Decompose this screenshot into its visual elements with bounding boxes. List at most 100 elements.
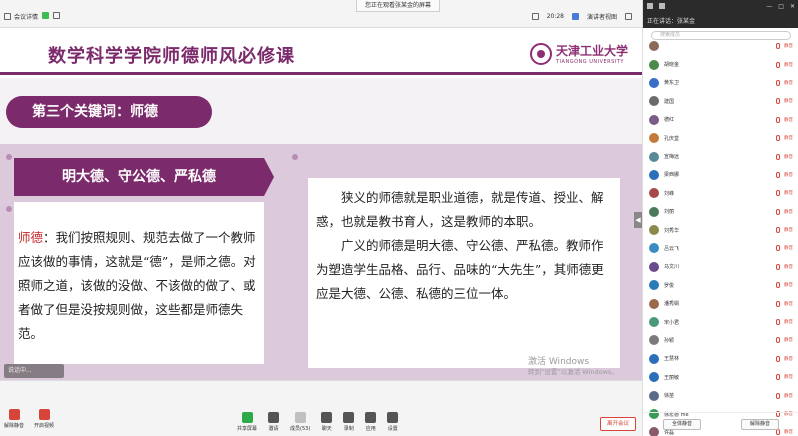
unmute-all-button[interactable]: 解除静音 (740, 419, 779, 430)
view-mode-button[interactable]: 演讲者视图 (587, 12, 617, 21)
window-icon[interactable] (647, 3, 653, 9)
mic-muted-icon (776, 43, 780, 50)
slide-title: 数学科学学院师德师风必修课 (48, 46, 295, 67)
participant-name: 宋小君 (664, 319, 680, 326)
leave-meeting-button[interactable]: 离开会议 (600, 417, 636, 431)
muted-tag: 静音 (784, 375, 793, 381)
mic-muted-icon (776, 337, 780, 344)
participant-name: 胡晓金 (664, 62, 680, 69)
participant-row[interactable]: 罗俊 静音 (643, 276, 798, 294)
network-indicators (42, 12, 60, 19)
collapse-sidebar-arrow-icon[interactable]: ◀ (634, 212, 642, 228)
university-logo: 天津工业大学 TIANGONG UNIVERSITY (530, 42, 628, 65)
participant-row[interactable]: 建国 静音 (643, 92, 798, 110)
avatar (649, 114, 659, 125)
minimize-icon[interactable]: — (766, 3, 772, 10)
members-button[interactable]: 成员(53) (290, 412, 310, 432)
muted-tag: 静音 (784, 154, 793, 160)
avatar (649, 77, 659, 88)
muted-tag: 静音 (784, 356, 793, 362)
participant-row[interactable]: 潘秀娟 静音 (643, 294, 798, 312)
avatar (649, 317, 659, 328)
participant-row[interactable]: 徐苗 静音 (643, 386, 798, 404)
mic-muted-icon (776, 171, 780, 178)
avatar (649, 261, 659, 272)
avatar (649, 390, 659, 401)
mic-muted-icon (776, 392, 780, 399)
members-icon (294, 412, 306, 423)
participant-list: 静音 胡晓金 静音 黄东卫 静音 建国 静音 德红 静音 孔庆堂 静音 宣梅远 静音 梁西娜 静音 刘峰 静音刘… (643, 37, 798, 436)
close-icon[interactable]: ✕ (790, 3, 795, 10)
mute-all-button[interactable]: 全体静音 (662, 419, 701, 430)
mic-muted-icon (8, 409, 20, 420)
participant-row[interactable]: 黄东卫 静音 (643, 74, 798, 92)
fullscreen-icon[interactable] (625, 13, 632, 20)
participant-row[interactable]: 马文川 静音 (643, 258, 798, 276)
avatar (649, 298, 659, 309)
settings-button[interactable]: 设置 (387, 412, 399, 432)
gear-icon (387, 412, 399, 423)
unmute-button[interactable]: 解除静音 (4, 409, 24, 429)
muted-tag: 静音 (784, 228, 793, 234)
meeting-window: 会议详情 您正在观看张某金的屏幕 20:28 演讲者视图 数学科学学院师德师风必… (0, 0, 798, 436)
avatar (649, 206, 659, 217)
layout-icon[interactable] (659, 3, 665, 9)
avatar (649, 353, 659, 364)
mic-muted-icon (776, 208, 780, 215)
left-paragraph: ：我们按照规则、规范去做了一个教师应该做的事情，这就是“德”，是师之德。对照师之… (18, 230, 256, 341)
participant-row[interactable]: 王慧林 静音 (643, 350, 798, 368)
apps-icon (365, 412, 377, 423)
participant-row[interactable]: 刘丽 静音 (643, 203, 798, 221)
participant-row[interactable]: 宋小君 静音 (643, 313, 798, 331)
windows-activation-watermark: 激活 Windows 转到“设置”以激活 Windows。 (528, 357, 618, 376)
slide-header: 数学科学学院师德师风必修课 天津工业大学 TIANGONG UNIVERSITY (0, 28, 642, 78)
participant-row[interactable]: 孙颖 静音 (643, 331, 798, 349)
participant-row[interactable]: 吕云飞 静音 (643, 239, 798, 257)
participant-row[interactable]: 宣梅远 静音 (643, 147, 798, 165)
invite-icon (268, 412, 280, 423)
participant-name: 刘丽 (664, 209, 675, 216)
start-video-button[interactable]: 开启视频 (34, 409, 54, 429)
mic-muted-icon (776, 98, 780, 105)
chat-icon (321, 412, 333, 423)
left-text-card: 师德：我们按照规则、规范去做了一个教师应该做的事情，这就是“德”，是师之德。对照… (14, 202, 264, 364)
header-divider (0, 72, 642, 75)
meeting-details-button[interactable]: 会议详情 (4, 12, 38, 21)
meeting-details-label: 会议详情 (14, 14, 39, 21)
chat-button[interactable]: 聊天 (321, 412, 333, 432)
participant-row[interactable]: 静音 (643, 37, 798, 55)
speaking-indicator: 正在讲话：张某金 (647, 18, 696, 25)
muted-tag: 静音 (784, 246, 793, 252)
restore-icon[interactable]: □ (778, 3, 784, 10)
participant-row[interactable]: 孔庆堂 静音 (643, 129, 798, 147)
topbar-right: 20:28 演讲者视图 (531, 12, 632, 21)
mic-muted-icon (776, 153, 780, 160)
share-screen-button[interactable]: 共享屏幕 (237, 412, 257, 432)
muted-tag: 静音 (784, 320, 793, 326)
record-button[interactable]: 录制 (343, 412, 355, 432)
avatar (649, 225, 659, 236)
decor-dot (292, 154, 298, 160)
mic-muted-icon (776, 282, 780, 289)
grid-view-icon[interactable] (571, 13, 579, 20)
shared-slide: 数学科学学院师德师风必修课 天津工业大学 TIANGONG UNIVERSITY… (0, 28, 642, 380)
participant-row[interactable]: 德红 静音 (643, 111, 798, 129)
card-title: 明大德、守公德、严私德 (14, 158, 274, 196)
mic-muted-icon (776, 374, 780, 381)
narrow-definition-paragraph: 狭义的师德就是职业道德，就是传道、授业、解惑，也就是教书育人，这是教师的本职。 (316, 190, 604, 229)
participant-row[interactable]: 刘峰 静音 (643, 184, 798, 202)
invite-button[interactable]: 邀请 (268, 412, 280, 432)
avatar (649, 133, 659, 144)
participant-row[interactable]: 刘秀华 静音 (643, 221, 798, 239)
apps-button[interactable]: 应用 (365, 412, 377, 432)
share-screen-icon (241, 412, 253, 423)
avatar (649, 59, 659, 70)
muted-tag: 静音 (784, 338, 793, 344)
participant-row[interactable]: 梁西娜 静音 (643, 166, 798, 184)
avatar (649, 41, 659, 52)
participant-row[interactable]: 胡晓金 静音 (643, 55, 798, 73)
muted-tag: 静音 (784, 136, 793, 142)
center-tools: 共享屏幕 邀请 成员(53) 聊天 录制 应用 设置 (237, 412, 399, 432)
participant-row[interactable]: 王丽敏 静音 (643, 368, 798, 386)
broad-definition-paragraph: 广义的师德是明大德、守公德、严私德。教师作为塑造学生品格、品行、品味的“大先生”… (316, 238, 604, 301)
